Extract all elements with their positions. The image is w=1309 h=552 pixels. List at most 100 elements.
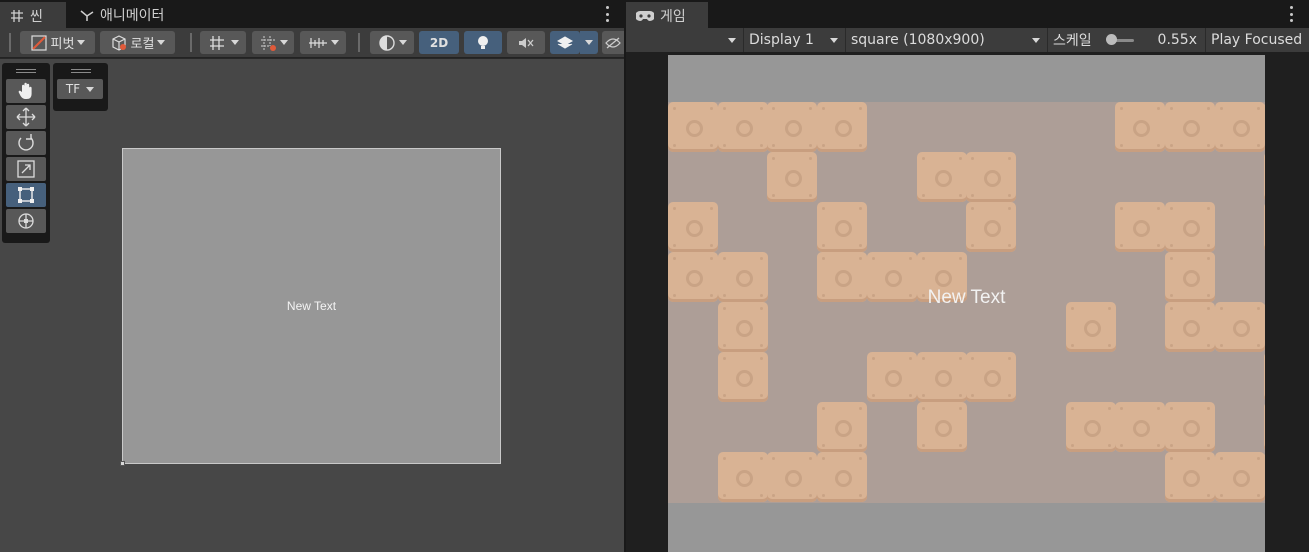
rect-corner-handle[interactable] xyxy=(120,461,125,466)
chevron-down-icon xyxy=(279,40,288,45)
effects-dropdown[interactable] xyxy=(580,31,598,54)
board-tile xyxy=(916,152,967,202)
eye-slash-icon xyxy=(605,37,621,48)
game-new-text: New Text xyxy=(927,287,1006,308)
tf-dropdown[interactable]: TF xyxy=(57,79,103,99)
hidden-objects-toggle[interactable] xyxy=(602,31,624,54)
audio-toggle-button[interactable] xyxy=(507,31,545,54)
effects-layers-icon xyxy=(556,35,574,49)
scene-canvas-text[interactable]: New Text xyxy=(287,299,336,313)
chevron-down-icon xyxy=(86,86,95,92)
play-mode-label: Play Focused xyxy=(1211,32,1303,48)
board-tile xyxy=(717,452,768,502)
resolution-dropdown[interactable]: square (1080x900) xyxy=(845,28,1046,52)
board-tile xyxy=(1214,302,1265,352)
chevron-down-icon xyxy=(728,38,736,43)
game-toolbar: Display 1 square (1080x900) 스케일 0.55x Pl… xyxy=(626,28,1309,52)
scene-canvas-rect[interactable]: New Text xyxy=(122,148,501,464)
rect-transform-icon xyxy=(18,187,34,203)
tab-game[interactable]: 게임 xyxy=(626,2,708,28)
overlay-drag-handle[interactable] xyxy=(16,69,36,73)
board-tile xyxy=(1264,152,1265,202)
game-viewport[interactable]: New Text xyxy=(626,52,1309,552)
tab-animator-label: 애니메이터 xyxy=(100,8,165,24)
board-tile xyxy=(817,452,868,502)
move-arrows-icon xyxy=(16,107,36,127)
audio-mute-icon xyxy=(519,37,534,48)
board-tile xyxy=(817,402,868,452)
scene-tabbar: 씬 애니메이터 xyxy=(0,0,624,28)
board-tile xyxy=(767,452,818,502)
board-tile xyxy=(966,202,1017,252)
view-tool-button[interactable] xyxy=(6,79,46,103)
rotate-icon xyxy=(18,134,34,151)
board-tile xyxy=(1165,452,1215,502)
transform-all-icon xyxy=(18,213,34,229)
pivot-icon xyxy=(30,34,47,51)
resolution-label: square (1080x900) xyxy=(851,32,985,48)
chevron-down-icon xyxy=(230,40,239,45)
chevron-down-icon xyxy=(157,40,166,45)
transform-tool-button[interactable] xyxy=(6,209,46,233)
2d-toggle-button[interactable]: 2D xyxy=(419,31,459,54)
board-tile xyxy=(817,202,868,252)
scene-toolbar: 피벗 로컬 2D xyxy=(0,28,624,58)
board-tile xyxy=(717,102,768,152)
play-mode-dropdown[interactable]: Play Focused xyxy=(1205,28,1309,52)
board-tile xyxy=(817,102,868,152)
board-tile xyxy=(866,352,917,402)
grid-snap-icon xyxy=(209,35,224,50)
chevron-down-icon xyxy=(585,40,593,45)
animator-icon xyxy=(80,10,94,21)
snap-magnet-icon xyxy=(260,35,276,51)
lighting-toggle-button[interactable] xyxy=(464,31,502,54)
scale-value: 0.55x xyxy=(1157,32,1197,48)
tab-animator[interactable]: 애니메이터 xyxy=(70,2,174,28)
rotate-tool-button[interactable] xyxy=(6,131,46,155)
board-tile xyxy=(1065,302,1116,352)
game-screen: New Text xyxy=(668,55,1265,552)
board-tile xyxy=(717,302,768,352)
game-view-dropdown[interactable] xyxy=(626,28,742,52)
board-tile xyxy=(1264,202,1265,252)
local-label: 로컬 xyxy=(130,37,155,52)
lightbulb-icon xyxy=(478,35,488,49)
tab-scene[interactable]: 씬 xyxy=(0,2,66,28)
move-tool-button[interactable] xyxy=(6,105,46,129)
board-tile xyxy=(1165,202,1215,252)
overlay-drag-handle[interactable] xyxy=(70,69,91,73)
snap-increment-dropdown[interactable] xyxy=(252,31,294,54)
2d-label: 2D xyxy=(429,35,449,50)
grid-snap-dropdown[interactable] xyxy=(200,31,246,54)
scene-more-icon[interactable] xyxy=(604,6,610,22)
board-tile xyxy=(966,352,1017,402)
ruler-dropdown[interactable] xyxy=(300,31,346,54)
local-cube-icon xyxy=(111,34,126,51)
grid-icon xyxy=(11,10,23,22)
toolbar-grip xyxy=(9,33,11,52)
scene-viewport[interactable]: TF New Text xyxy=(0,59,624,552)
effects-toggle-button[interactable] xyxy=(550,31,580,54)
tools-overlay xyxy=(2,63,50,243)
local-dropdown[interactable]: 로컬 xyxy=(100,31,175,54)
board-tile xyxy=(1264,452,1265,502)
tab-game-label: 게임 xyxy=(660,9,686,25)
board-tile xyxy=(1065,402,1116,452)
board-tile xyxy=(1214,452,1265,502)
chevron-down-icon xyxy=(398,40,407,45)
pivot-dropdown[interactable]: 피벗 xyxy=(20,31,95,54)
tab-scene-label: 씬 xyxy=(30,9,43,25)
shading-mode-dropdown[interactable] xyxy=(370,31,414,54)
board-tile xyxy=(1264,302,1265,352)
display-dropdown[interactable]: Display 1 xyxy=(743,28,844,52)
scale-slider-knob[interactable] xyxy=(1106,34,1117,45)
board-tile xyxy=(916,352,967,402)
board-tile xyxy=(767,152,818,202)
game-panel: 게임 Display 1 square (1080x900) 스케일 0.55x… xyxy=(626,0,1309,552)
board-tile xyxy=(1165,302,1215,352)
scale-tool-button[interactable] xyxy=(6,157,46,181)
gamepad-icon xyxy=(636,11,654,21)
chevron-down-icon xyxy=(830,38,838,43)
game-more-icon[interactable] xyxy=(1288,6,1294,22)
rect-tool-button[interactable] xyxy=(6,183,46,207)
